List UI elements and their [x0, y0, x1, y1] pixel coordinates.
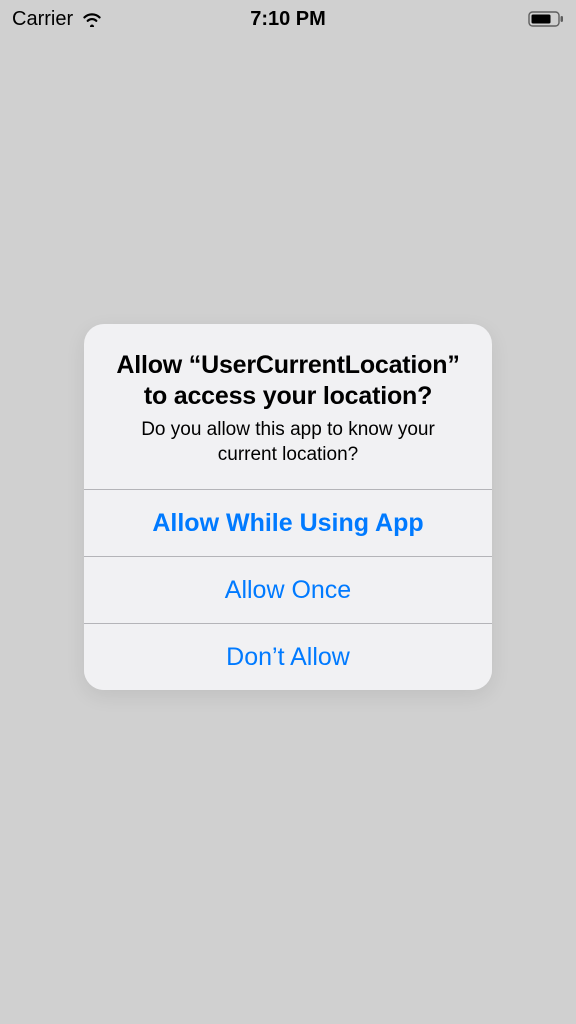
allow-once-button[interactable]: Allow Once — [84, 556, 492, 623]
allow-while-using-button[interactable]: Allow While Using App — [84, 489, 492, 556]
dialog-title: Allow “UserCurrentLocation” to access yo… — [106, 350, 470, 413]
dont-allow-button[interactable]: Don’t Allow — [84, 623, 492, 690]
location-permission-dialog: Allow “UserCurrentLocation” to access yo… — [84, 324, 492, 691]
dialog-overlay: Allow “UserCurrentLocation” to access yo… — [0, 0, 576, 1024]
dialog-header: Allow “UserCurrentLocation” to access yo… — [84, 324, 492, 490]
dialog-message: Do you allow this app to know your curre… — [106, 418, 470, 467]
